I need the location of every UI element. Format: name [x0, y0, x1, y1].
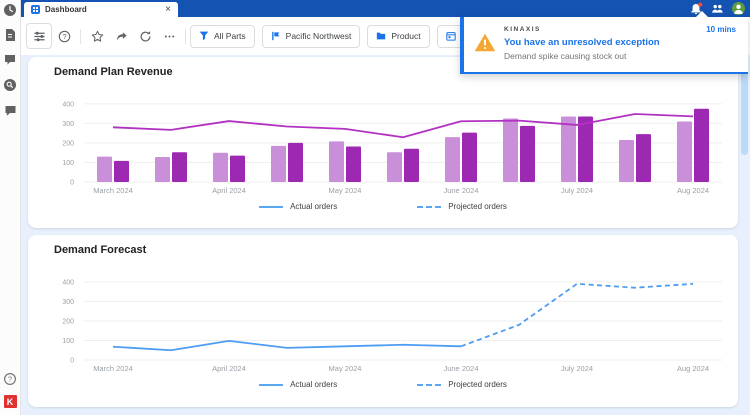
svg-text:May 2024: May 2024 — [329, 186, 362, 195]
demand-plan-revenue-card: Demand Plan Revenue 0100200300400March 2… — [28, 57, 738, 228]
chart-legend: Actual orders Projected orders — [28, 202, 738, 211]
popup-pointer — [696, 11, 708, 17]
help-icon[interactable]: ? — [3, 372, 17, 386]
svg-text:100: 100 — [62, 338, 74, 345]
search-icon[interactable] — [3, 78, 17, 92]
dashboard-content: Demand Plan Revenue 0100200300400March 2… — [20, 55, 750, 415]
svg-text:100: 100 — [62, 160, 74, 167]
chart-title: Demand Forecast — [28, 235, 738, 256]
tab-close-icon[interactable]: × — [165, 5, 171, 15]
dashed-line-swatch — [417, 206, 441, 208]
svg-text:0: 0 — [70, 180, 74, 187]
notes-icon[interactable] — [3, 28, 17, 42]
tab-dashboard[interactable]: Dashboard × — [24, 2, 178, 17]
tab-strip: Dashboard × — [20, 0, 750, 17]
demand-forecast-card: Demand Forecast 0 100 200 300 400 March 2024 A… — [28, 235, 738, 407]
svg-text:Aug 2024: Aug 2024 — [677, 186, 709, 195]
svg-text:June 2024: June 2024 — [443, 186, 478, 195]
solid-line-swatch — [259, 384, 283, 386]
svg-text:200: 200 — [62, 318, 74, 325]
kinaxis-logo[interactable]: K — [4, 395, 17, 408]
tab-label: Dashboard — [45, 5, 87, 14]
svg-text:March 2024: March 2024 — [93, 186, 133, 195]
community-icon[interactable] — [711, 3, 724, 14]
legend-actual-orders: Actual orders — [259, 202, 337, 211]
svg-text:April 2024: April 2024 — [212, 186, 246, 195]
solid-line-swatch — [259, 206, 283, 208]
svg-text:March 2024: March 2024 — [93, 364, 133, 373]
share-button[interactable] — [109, 24, 133, 48]
legend-projected-orders: Projected orders — [417, 202, 507, 211]
warning-triangle-icon — [474, 33, 496, 52]
svg-text:July 2024: July 2024 — [561, 364, 593, 373]
svg-text:300: 300 — [62, 299, 74, 306]
toolbar-divider — [185, 29, 186, 44]
svg-text:Aug 2024: Aug 2024 — [677, 364, 709, 373]
svg-text:300: 300 — [62, 121, 74, 128]
favorite-star-button[interactable] — [85, 24, 109, 48]
dashboard-grid-icon — [31, 5, 40, 14]
tune-filters-button[interactable] — [26, 23, 52, 49]
refresh-button[interactable] — [133, 24, 157, 48]
dashed-line-swatch — [417, 384, 441, 386]
notification-time: 10 mins — [706, 25, 736, 34]
notification-body: KINAXIS 10 mins You have an unresolved e… — [464, 17, 748, 61]
filter-chip-pacific-northwest[interactable]: Pacific Northwest — [262, 25, 361, 48]
svg-text:400: 400 — [62, 101, 74, 108]
demand-plan-revenue-chart: 0 100 200 300 400 March 2024 April 2024 May 202… — [28, 84, 738, 196]
svg-text:?: ? — [8, 375, 12, 384]
notification-app-name: KINAXIS — [504, 26, 541, 33]
clock-icon[interactable] — [3, 3, 17, 17]
notification-title[interactable]: You have an unresolved exception — [504, 37, 736, 48]
svg-text:May 2024: May 2024 — [329, 364, 362, 373]
help-button[interactable]: ? — [52, 24, 76, 48]
svg-text:July 2024: July 2024 — [561, 186, 593, 195]
svg-text:400: 400 — [62, 279, 74, 286]
legend-actual-orders: Actual orders — [259, 380, 337, 389]
user-avatar[interactable] — [732, 2, 745, 15]
folder-icon — [376, 31, 386, 41]
filter-funnel-icon — [199, 31, 209, 41]
svg-text:April 2024: April 2024 — [212, 364, 246, 373]
filter-chip-product[interactable]: Product — [367, 25, 429, 48]
svg-text:0: 0 — [70, 358, 74, 365]
site-flag-icon — [271, 31, 281, 41]
svg-text:200: 200 — [62, 140, 74, 147]
chart-legend: Actual orders Projected orders — [28, 380, 738, 389]
demand-forecast-chart: 0 100 200 300 400 March 2024 April 2024 May 202… — [28, 262, 738, 374]
filter-chip-all-parts[interactable]: All Parts — [190, 25, 255, 48]
more-options-button[interactable] — [157, 24, 181, 48]
left-sidebar: ? K — [0, 0, 21, 415]
notification-popup[interactable]: KINAXIS 10 mins You have an unresolved e… — [460, 17, 748, 74]
calendar-icon — [446, 31, 456, 41]
notification-message: Demand spike causing stock out — [504, 51, 736, 61]
chat-icon[interactable] — [3, 103, 17, 117]
svg-text:?: ? — [62, 32, 66, 41]
svg-text:June 2024: June 2024 — [443, 364, 478, 373]
comment-icon[interactable] — [3, 53, 17, 67]
legend-projected-orders: Projected orders — [417, 380, 507, 389]
toolbar-divider — [80, 29, 81, 44]
